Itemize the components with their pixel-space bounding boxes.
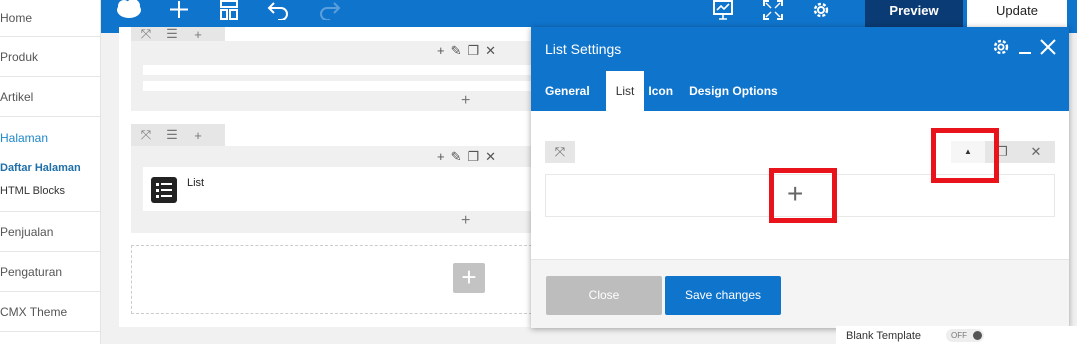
list-element-label: List	[187, 177, 205, 189]
highlight-box	[931, 128, 999, 183]
builder-canvas: ⤧ ☰ + + ✎ ❐ ✕ + ⤧ ☰ + + ✎ ❐ ✕ List + +	[119, 26, 532, 327]
row-container: + ✎ ❐ ✕ +	[131, 41, 532, 111]
fullscreen-icon[interactable]	[761, 0, 785, 22]
blank-template-toggle[interactable]: OFF	[946, 329, 984, 342]
preview-button[interactable]: Preview	[865, 0, 963, 27]
row-add-icon[interactable]: +	[187, 27, 209, 42]
list-element[interactable]: List	[143, 167, 532, 211]
list-icon	[151, 177, 177, 203]
row-move-icon[interactable]: ⤧	[135, 26, 157, 42]
column-clone-icon[interactable]: ❐	[468, 43, 480, 59]
column-add-icon[interactable]: +	[437, 149, 445, 165]
sidebar-group-halaman: Halaman Daftar Halaman HTML Blocks	[0, 117, 100, 212]
column-edit-icon[interactable]: ✎	[451, 149, 462, 165]
row-add-icon[interactable]: +	[187, 128, 209, 143]
layout-icon[interactable]	[217, 0, 241, 22]
update-button[interactable]: Update	[967, 0, 1067, 27]
delete-icon[interactable]: ✕	[1019, 141, 1053, 163]
highlight-box	[769, 168, 837, 223]
column-clone-icon[interactable]: ❐	[468, 149, 480, 165]
empty-row-area: +	[131, 245, 532, 314]
modal-settings-icon[interactable]	[991, 37, 1011, 60]
row-controls: ⤧ ☰ +	[131, 26, 225, 42]
row-layout-icon[interactable]: ☰	[161, 26, 183, 42]
sidebar-item-halaman[interactable]: Halaman	[0, 129, 100, 147]
settings-panel: Blank Template OFF	[836, 326, 1077, 344]
presentation-icon[interactable]	[711, 0, 735, 22]
sidebar-item-penjualan[interactable]: Penjualan	[0, 212, 100, 252]
cloud-icon[interactable]	[115, 0, 143, 22]
column-delete-icon[interactable]: ✕	[485, 149, 496, 165]
add-element-button[interactable]: +	[453, 263, 485, 293]
save-changes-button[interactable]: Save changes	[665, 276, 781, 315]
column-add-icon[interactable]: +	[437, 43, 445, 59]
sidebar-item-artikel[interactable]: Artikel	[0, 77, 100, 117]
column-delete-icon[interactable]: ✕	[485, 43, 496, 59]
sidebar-subitem-daftar-halaman[interactable]: Daftar Halaman	[0, 161, 100, 175]
param-group-move-icon[interactable]: ⤧	[545, 141, 575, 163]
modal-minimize-icon[interactable]	[1017, 37, 1033, 60]
tab-general[interactable]: General	[545, 71, 596, 111]
row-container: + ✎ ❐ ✕ List +	[131, 146, 532, 233]
add-element-icon[interactable]: +	[461, 92, 470, 110]
empty-element-slot	[143, 81, 532, 91]
close-button[interactable]: Close	[546, 276, 662, 315]
modal-tabs: General List Icon Design Options	[545, 71, 794, 111]
tab-icon[interactable]: Icon	[648, 71, 679, 111]
admin-sidebar: Home Produk Artikel Halaman Daftar Halam…	[0, 0, 101, 344]
modal-footer: Close Save changes	[531, 259, 1069, 328]
gear-icon[interactable]	[809, 0, 833, 22]
redo-icon[interactable]	[315, 0, 343, 22]
undo-icon[interactable]	[265, 0, 293, 22]
sidebar-item-cmx-theme[interactable]: CMX Theme	[0, 292, 100, 332]
blank-template-label: Blank Template	[846, 330, 922, 342]
modal-title: List Settings	[545, 41, 622, 57]
sidebar-subitem-html-blocks[interactable]: HTML Blocks	[0, 184, 100, 198]
sidebar-item-produk[interactable]: Produk	[0, 37, 100, 77]
tab-design-options[interactable]: Design Options	[689, 71, 784, 111]
row-move-icon[interactable]: ⤧	[135, 127, 157, 143]
empty-element-slot	[143, 65, 532, 75]
toggle-knob	[973, 331, 982, 340]
column-edit-icon[interactable]: ✎	[451, 43, 462, 59]
modal-close-icon[interactable]	[1039, 37, 1057, 60]
row-controls: ⤧ ☰ +	[131, 124, 225, 146]
add-element-icon[interactable]: +	[461, 212, 470, 230]
row-layout-icon[interactable]: ☰	[161, 127, 183, 143]
sidebar-item-pengaturan[interactable]: Pengaturan	[0, 252, 100, 292]
column-controls: + ✎ ❐ ✕	[437, 43, 496, 59]
plus-icon[interactable]	[167, 0, 191, 22]
tab-list[interactable]: List	[605, 71, 645, 111]
modal-header-controls	[991, 37, 1057, 60]
toggle-state: OFF	[951, 331, 967, 340]
modal-header: List Settings General List Icon Design O…	[531, 27, 1069, 111]
sidebar-item-home[interactable]: Home	[0, 0, 100, 37]
column-controls: + ✎ ❐ ✕	[437, 149, 496, 165]
